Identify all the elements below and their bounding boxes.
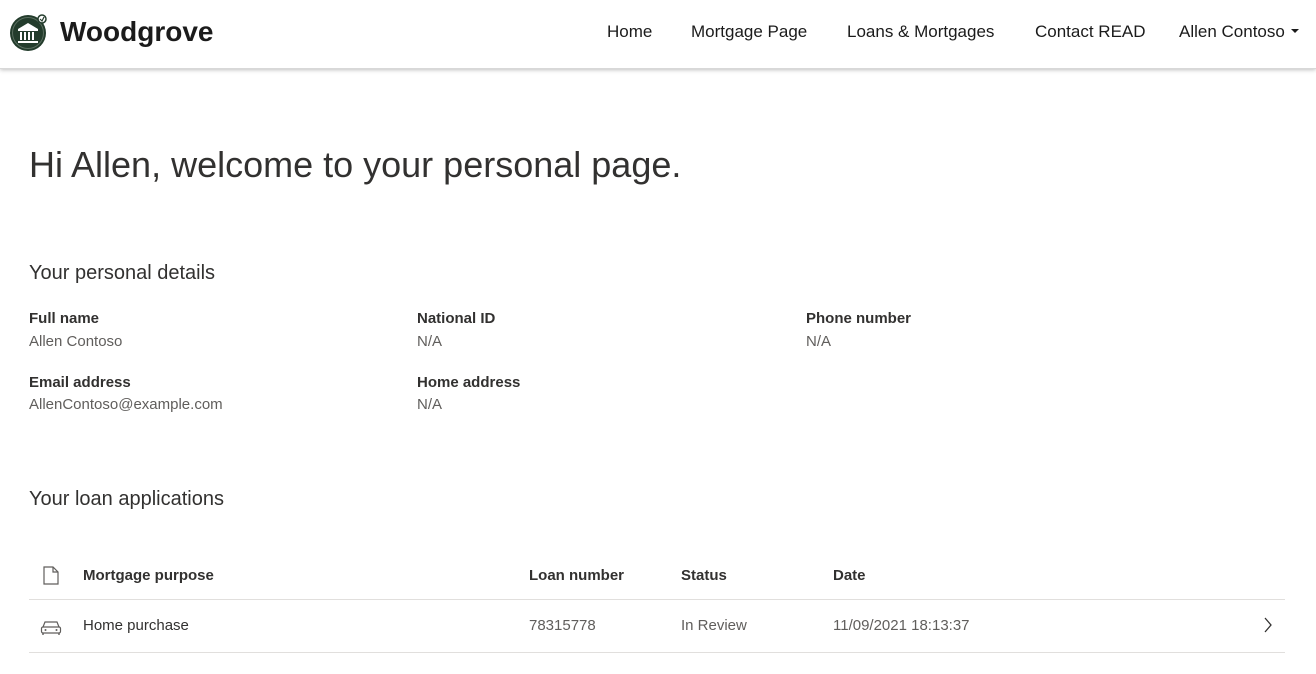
column-header-mortgage-purpose[interactable]: Mortgage purpose xyxy=(83,567,214,584)
page-title: Hi Allen, welcome to your personal page. xyxy=(29,144,682,185)
nav-loans-mortgages-link[interactable]: Loans & Mortgages xyxy=(847,22,994,42)
home-address-value: N/A xyxy=(417,396,443,413)
national-id-label: National ID xyxy=(417,310,496,327)
column-header-status[interactable]: Status xyxy=(681,567,727,584)
nav-mortgage-page-link[interactable]: Mortgage Page xyxy=(691,22,807,42)
mortgage-purpose-cell: Home purchase xyxy=(83,617,189,634)
loan-applications-heading: Your loan applications xyxy=(29,488,224,510)
user-menu-dropdown[interactable]: Allen Contoso xyxy=(1179,22,1299,42)
status-cell: In Review xyxy=(681,617,747,634)
home-address-label: Home address xyxy=(417,374,521,391)
nav-home-link[interactable]: Home xyxy=(607,22,652,42)
caret-down-icon xyxy=(1290,28,1299,33)
table-header-row: Mortgage purpose Loan number Status Date xyxy=(29,550,1285,600)
brand-name: Woodgrove xyxy=(60,16,214,47)
brand[interactable]: Woodgrove xyxy=(8,10,213,54)
phone-number-value: N/A xyxy=(806,333,832,350)
column-header-date[interactable]: Date xyxy=(833,567,866,584)
car-icon xyxy=(40,621,62,635)
nav-contact-link[interactable]: Contact READ xyxy=(1035,22,1146,42)
top-navigation-bar: Woodgrove Home Mortgage Page Loans & Mor… xyxy=(0,0,1316,69)
phone-number-label: Phone number xyxy=(806,310,912,327)
loan-number-cell: 78315778 xyxy=(529,617,596,634)
national-id-value: N/A xyxy=(417,333,443,350)
column-header-loan-number[interactable]: Loan number xyxy=(529,567,624,584)
table-row[interactable]: Home purchase 78315778 In Review 11/09/2… xyxy=(29,600,1285,653)
full-name-label: Full name xyxy=(29,310,100,327)
bank-logo-icon xyxy=(10,14,47,51)
personal-details-heading: Your personal details xyxy=(29,262,216,284)
document-icon xyxy=(43,566,59,585)
user-menu-label: Allen Contoso xyxy=(1179,22,1285,41)
email-address-label: Email address xyxy=(29,374,131,391)
email-address-value: AllenContoso@example.com xyxy=(29,396,223,413)
date-cell: 11/09/2021 18:13:37 xyxy=(833,617,970,634)
full-name-value: Allen Contoso xyxy=(29,333,123,350)
chevron-right-icon[interactable] xyxy=(1263,617,1273,633)
